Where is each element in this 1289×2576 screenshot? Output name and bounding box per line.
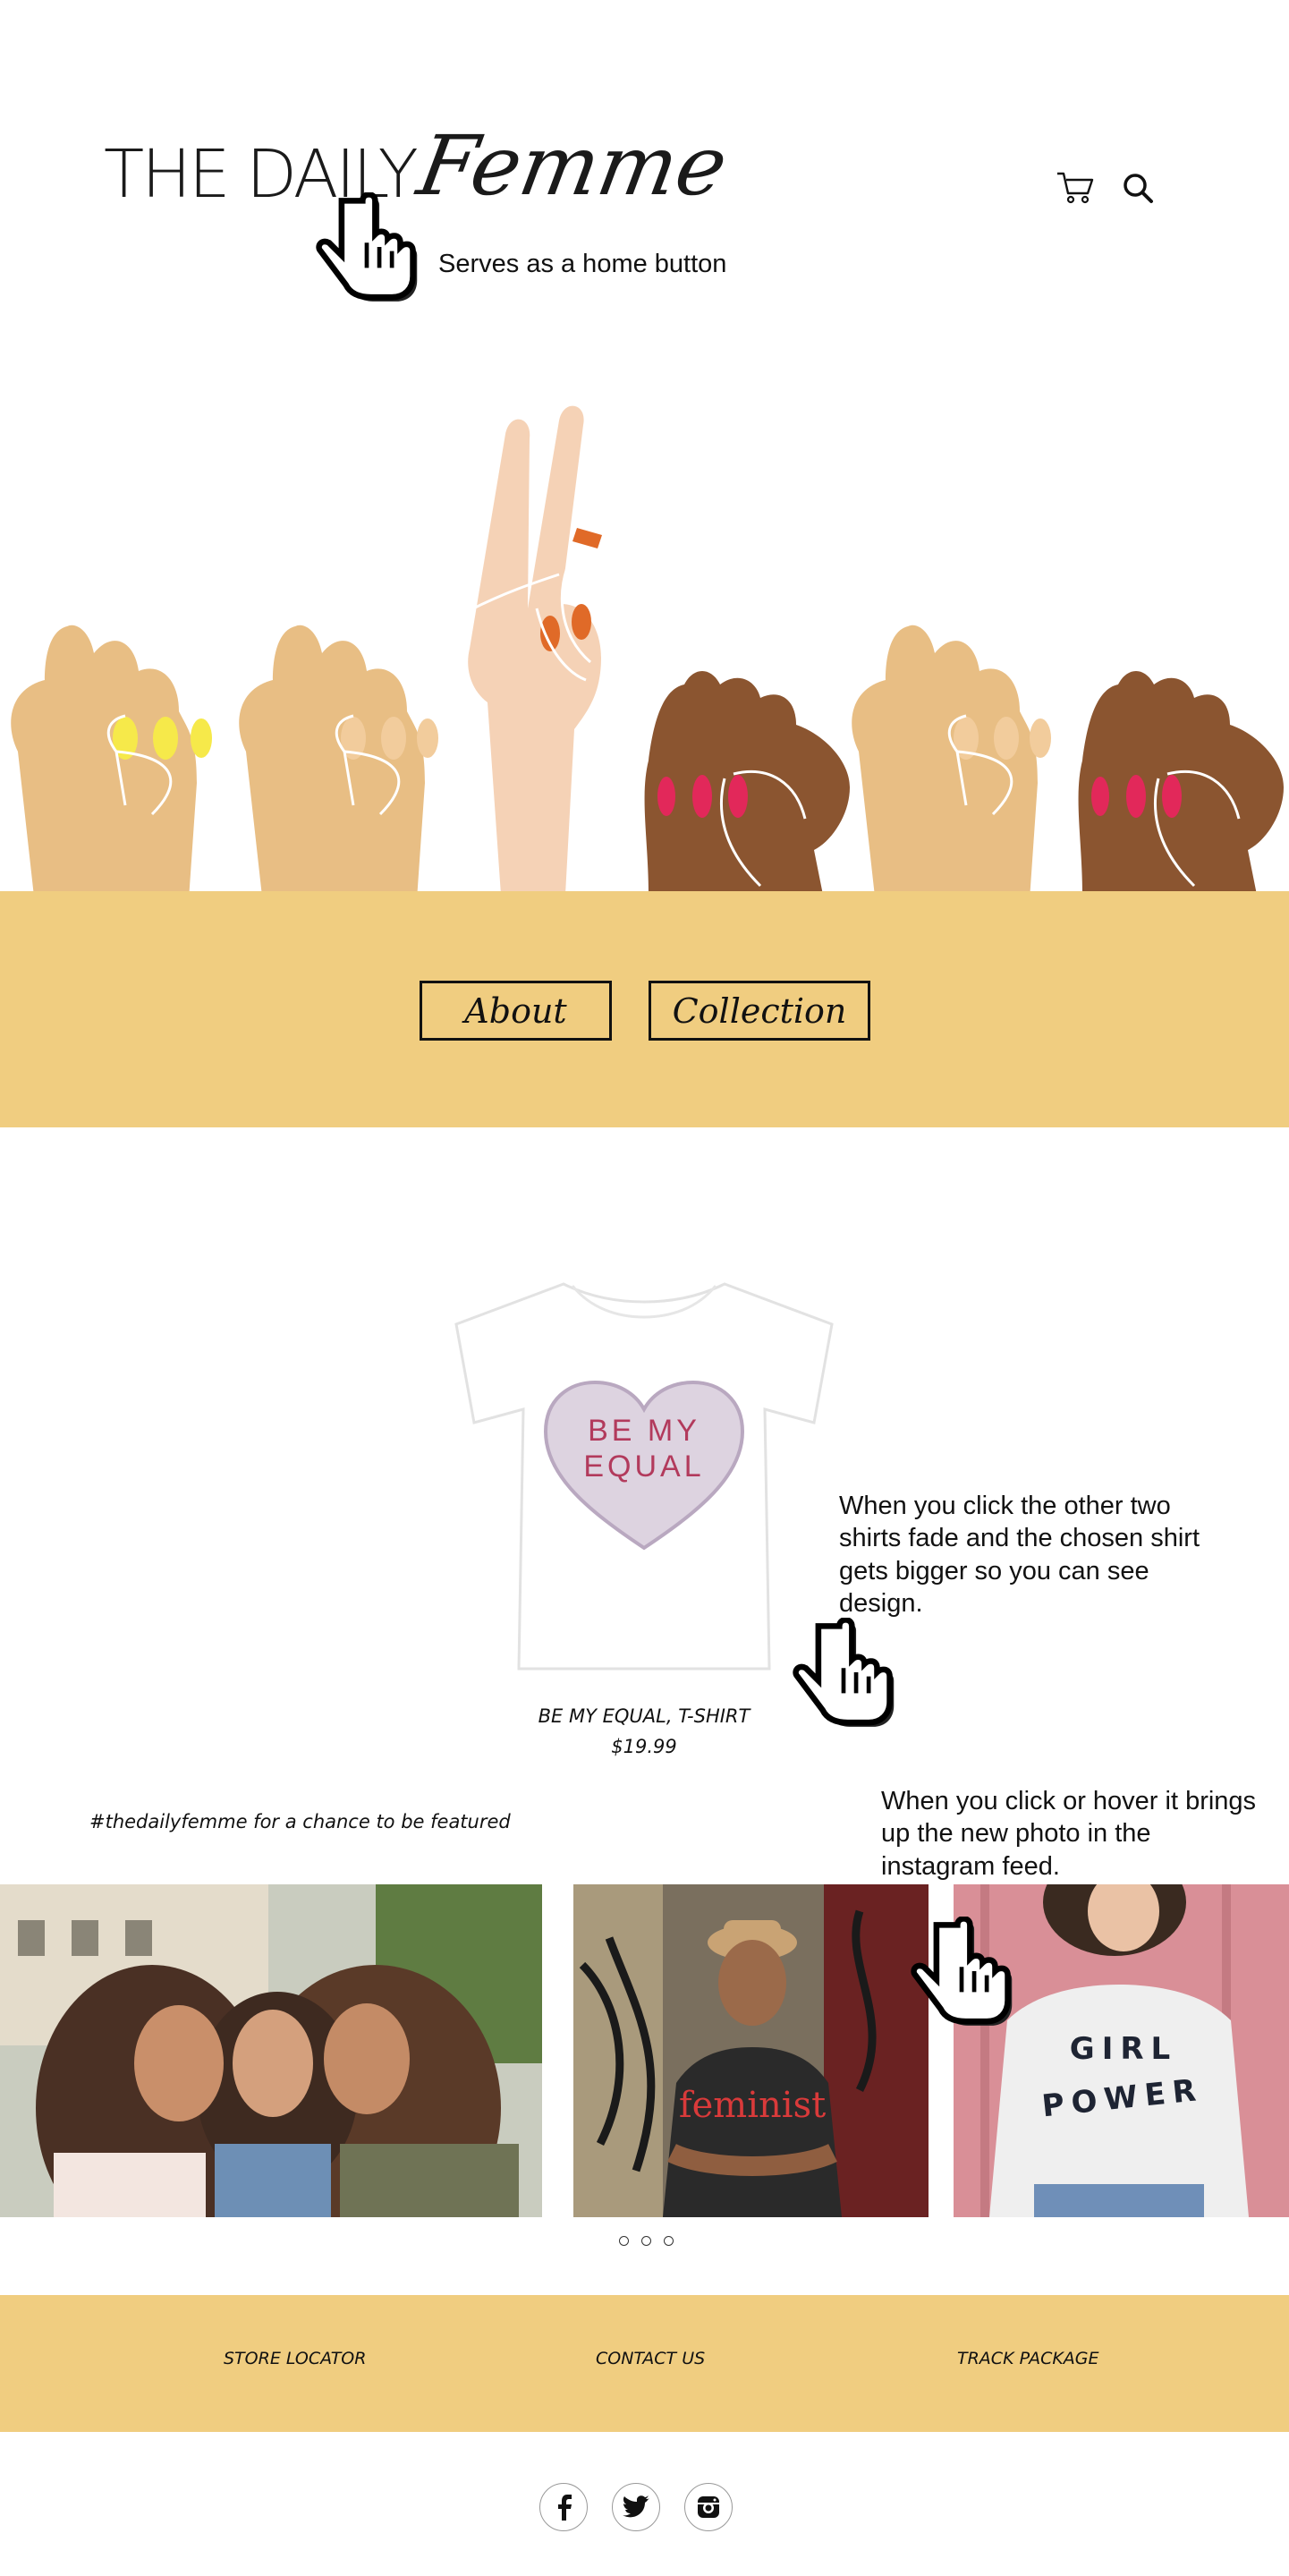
nav-band: [0, 891, 1289, 1127]
twitter-icon: [623, 2495, 649, 2518]
instagram-tagline: #thedailyfemme for a chance to be featur…: [89, 1811, 511, 1832]
shirt-click-annotation: When you click the other two shirts fade…: [839, 1492, 1200, 1618]
store-locator-link[interactable]: STORE LOCATOR: [224, 2349, 366, 2368]
pointer-hand-icon: [911, 1917, 1013, 2026]
shirt-print-line-1: BE MY: [588, 1414, 700, 1448]
home-button-annotation: Serves as a home button: [438, 250, 727, 278]
cart-button[interactable]: [1056, 170, 1095, 208]
instagram-photo-feminist-shirt[interactable]: feminist: [573, 1884, 929, 2217]
pointer-hand-icon: [316, 192, 418, 302]
fist-2: [239, 625, 438, 895]
carousel-dots: [613, 2234, 680, 2250]
shirt-print-line-2: EQUAL: [583, 1450, 704, 1484]
about-button[interactable]: About: [420, 981, 612, 1041]
cart-icon: [1057, 172, 1094, 204]
product-price: $19.99: [611, 1736, 677, 1757]
facebook-button[interactable]: [539, 2483, 588, 2531]
carousel-dot-2[interactable]: [641, 2236, 651, 2246]
instagram-button[interactable]: [684, 2483, 733, 2531]
photo-shirt-text: feminist: [679, 2085, 826, 2126]
instagram-photo-friends[interactable]: [0, 1884, 542, 2217]
carousel-dot-1[interactable]: [619, 2236, 629, 2246]
collection-button[interactable]: Collection: [649, 981, 870, 1041]
peace-sign-hand: [468, 405, 602, 895]
twitter-button[interactable]: [612, 2483, 660, 2531]
carousel-dot-3[interactable]: [664, 2236, 674, 2246]
hero-raised-hands-illustration: [11, 405, 1284, 895]
contact-us-link[interactable]: CONTACT US: [596, 2349, 705, 2368]
pointer-hand-icon: [793, 1618, 895, 1727]
search-button[interactable]: [1122, 172, 1154, 208]
fist-5: [1078, 671, 1284, 895]
product-name: BE MY EQUAL, T-SHIRT: [538, 1705, 751, 1727]
logo-script-text: Femme: [411, 118, 734, 214]
fist-3: [644, 671, 850, 895]
instagram-icon: [698, 2496, 719, 2518]
search-icon: [1124, 174, 1153, 203]
photo-shirt-text-line-1: GIRL: [1070, 2031, 1177, 2067]
fist-4: [852, 625, 1051, 895]
instagram-hover-annotation: When you click or hover it brings up the…: [881, 1787, 1257, 1881]
fist-1: [11, 625, 212, 895]
track-package-link[interactable]: TRACK PACKAGE: [957, 2349, 1099, 2368]
facebook-icon: [558, 2495, 572, 2521]
